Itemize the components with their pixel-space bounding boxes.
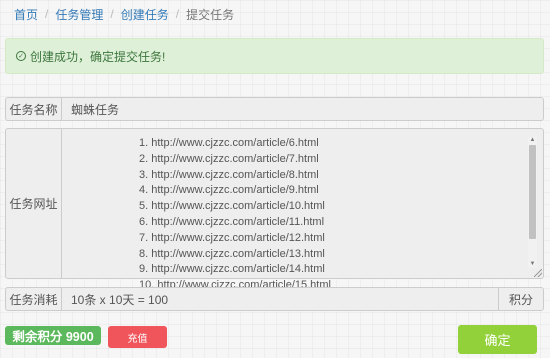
breadcrumb-home-link[interactable]: 首页 (14, 6, 38, 23)
resize-grip-icon[interactable] (534, 269, 542, 277)
url-item: 5. http://www.cjzzc.com/article/10.html (139, 200, 325, 213)
breadcrumb-separator: / (110, 7, 114, 21)
task-name-row: 任务名称 蜘蛛任务 (5, 97, 544, 121)
breadcrumb-current: 提交任务 (186, 7, 235, 22)
recharge-button[interactable]: 充值 (108, 326, 167, 348)
remaining-points-badge: 剩余积分 9900 (5, 326, 101, 345)
task-cost-field: 10条 x 10天 = 100 (62, 287, 499, 311)
url-scrollbar[interactable]: ▲ ▼ (528, 137, 537, 268)
task-name-field[interactable]: 蜘蛛任务 (62, 97, 544, 121)
scroll-up-arrow-icon[interactable]: ▲ (528, 137, 537, 144)
scroll-down-arrow-icon[interactable]: ▼ (528, 261, 537, 268)
task-url-textarea[interactable]: 1. http://www.cjzzc.com/article/6.html 2… (62, 128, 544, 291)
task-url-label: 任务网址 (5, 128, 62, 279)
url-item: 7. http://www.cjzzc.com/article/12.html (139, 231, 325, 244)
url-item: 1. http://www.cjzzc.com/article/6.html (139, 137, 319, 149)
breadcrumb-create-task-link[interactable]: 创建任务 (121, 6, 169, 23)
task-cost-row: 任务消耗 10条 x 10天 = 100 积分 (5, 287, 544, 311)
scroll-thumb[interactable] (529, 145, 536, 239)
confirm-button[interactable]: 确定 (458, 325, 537, 354)
task-url-row: 任务网址 1. http://www.cjzzc.com/article/6.h… (5, 128, 544, 291)
task-name-label: 任务名称 (5, 97, 62, 121)
url-item: 6. http://www.cjzzc.com/article/11.html (139, 215, 325, 228)
url-item: 2. http://www.cjzzc.com/article/7.html (139, 152, 319, 165)
success-alert: ✓ 创建成功，确定提交任务! (5, 38, 544, 74)
task-cost-unit: 积分 (498, 287, 544, 311)
alert-message: 创建成功，确定提交任务! (30, 49, 166, 64)
url-item: 3. http://www.cjzzc.com/article/8.html (139, 168, 319, 181)
check-circle-icon: ✓ (16, 51, 26, 61)
breadcrumb-separator: / (45, 7, 49, 21)
task-cost-label: 任务消耗 (5, 287, 62, 311)
breadcrumb: 首页 / 任务管理 / 创建任务 / 提交任务 (14, 6, 234, 22)
url-item: 9. http://www.cjzzc.com/article/14.html (139, 263, 325, 276)
url-item: 8. http://www.cjzzc.com/article/13.html (139, 247, 325, 260)
breadcrumb-task-management-link[interactable]: 任务管理 (55, 6, 103, 23)
breadcrumb-separator: / (175, 7, 180, 21)
url-item: 4. http://www.cjzzc.com/article/9.html (139, 184, 319, 197)
url-list: 1. http://www.cjzzc.com/article/6.html 2… (139, 136, 331, 294)
